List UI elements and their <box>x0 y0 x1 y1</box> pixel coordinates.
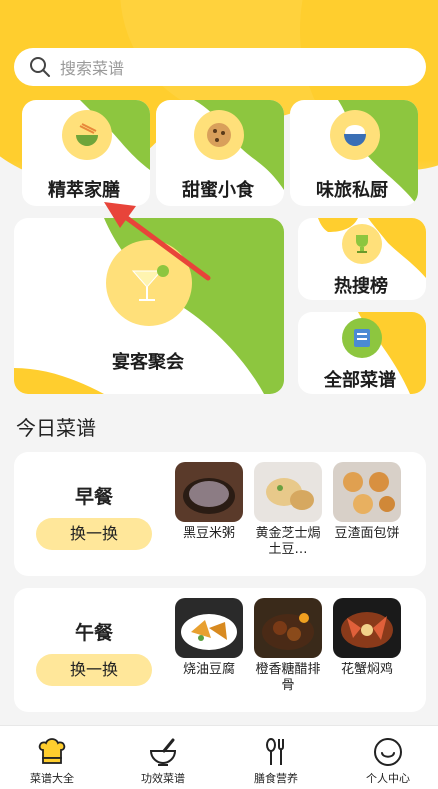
dish-photo <box>175 598 243 658</box>
category-card-all-recipes[interactable]: 全部菜谱 <box>298 312 426 394</box>
dish-name: 黑豆米粥 <box>182 526 235 541</box>
section-title-today: 今日菜谱 <box>16 416 96 440</box>
tab-label: 膳食营养 <box>254 772 298 785</box>
tab-label: 个人中心 <box>366 772 410 785</box>
category-card-hot-search[interactable]: 热搜榜 <box>298 218 426 300</box>
swap-button[interactable]: 换一换 <box>36 518 152 550</box>
dish-item[interactable]: 橙香糖醋排骨 <box>254 598 322 694</box>
meal-card-breakfast: 早餐 换一换 黑豆米粥 黄金芝士焗土豆… 豆渣面包饼 <box>14 452 426 576</box>
tab-recipes[interactable]: 菜谱大全 <box>2 736 102 786</box>
dish-item[interactable]: 烧油豆腐 <box>175 598 243 678</box>
dish-item[interactable]: 黄金芝士焗土豆… <box>254 462 322 558</box>
annotation-arrow <box>104 202 211 281</box>
spoon-fork-icon <box>266 738 284 765</box>
search-bar[interactable]: 搜索菜谱 <box>14 48 426 86</box>
tab-effect-recipes[interactable]: 功效菜谱 <box>113 736 213 786</box>
dish-item[interactable]: 豆渣面包饼 <box>333 462 401 542</box>
dish-item[interactable]: 黑豆米粥 <box>175 462 243 542</box>
dish-photo <box>333 598 401 658</box>
swap-button[interactable]: 换一换 <box>36 654 152 686</box>
search-icon <box>30 57 50 77</box>
dish-name: 豆渣面包饼 <box>334 526 400 541</box>
dish-name: 橙香糖醋排骨 <box>255 662 321 693</box>
category-label: 宴客聚会 <box>112 352 184 373</box>
dish-name: 黄金芝士焗土豆… <box>255 526 321 557</box>
category-card-tianmi[interactable]: 甜蜜小食 <box>156 100 284 206</box>
menu-book-icon <box>342 318 382 358</box>
meal-card-lunch: 午餐 换一换 烧油豆腐 橙香糖醋排骨 花蟹焖鸡 <box>14 588 426 712</box>
tab-profile[interactable]: 个人中心 <box>338 736 438 786</box>
tab-label: 功效菜谱 <box>141 772 185 785</box>
chef-hat-icon <box>38 738 66 764</box>
search-placeholder: 搜索菜谱 <box>60 59 125 78</box>
category-label: 热搜榜 <box>334 276 388 297</box>
category-label: 味旅私厨 <box>316 180 388 201</box>
dish-photo <box>254 462 322 522</box>
meal-name: 早餐 <box>74 486 113 508</box>
category-card-weilv[interactable]: 味旅私厨 <box>290 100 418 206</box>
smile-face-icon <box>374 738 402 766</box>
meal-name: 午餐 <box>74 622 113 644</box>
bowl-food-icon <box>62 110 112 160</box>
trophy-icon <box>342 224 382 264</box>
tab-label: 菜谱大全 <box>30 772 74 785</box>
dish-photo <box>175 462 243 522</box>
tab-nutrition[interactable]: 膳食营养 <box>226 736 326 786</box>
dish-item[interactable]: 花蟹焖鸡 <box>333 598 401 678</box>
category-label: 全部菜谱 <box>324 370 396 391</box>
cookie-icon <box>194 110 244 160</box>
dish-name: 花蟹焖鸡 <box>340 662 393 677</box>
rice-bowl-icon <box>330 110 380 160</box>
bottom-tab-bar: 菜谱大全 功效菜谱 膳食营养 个人中心 <box>0 725 438 789</box>
category-card-jingcui[interactable]: 精萃家膳 <box>22 100 150 206</box>
dish-name: 烧油豆腐 <box>182 662 235 677</box>
mortar-icon <box>149 738 177 766</box>
dish-photo <box>254 598 322 658</box>
dish-photo <box>333 462 401 522</box>
